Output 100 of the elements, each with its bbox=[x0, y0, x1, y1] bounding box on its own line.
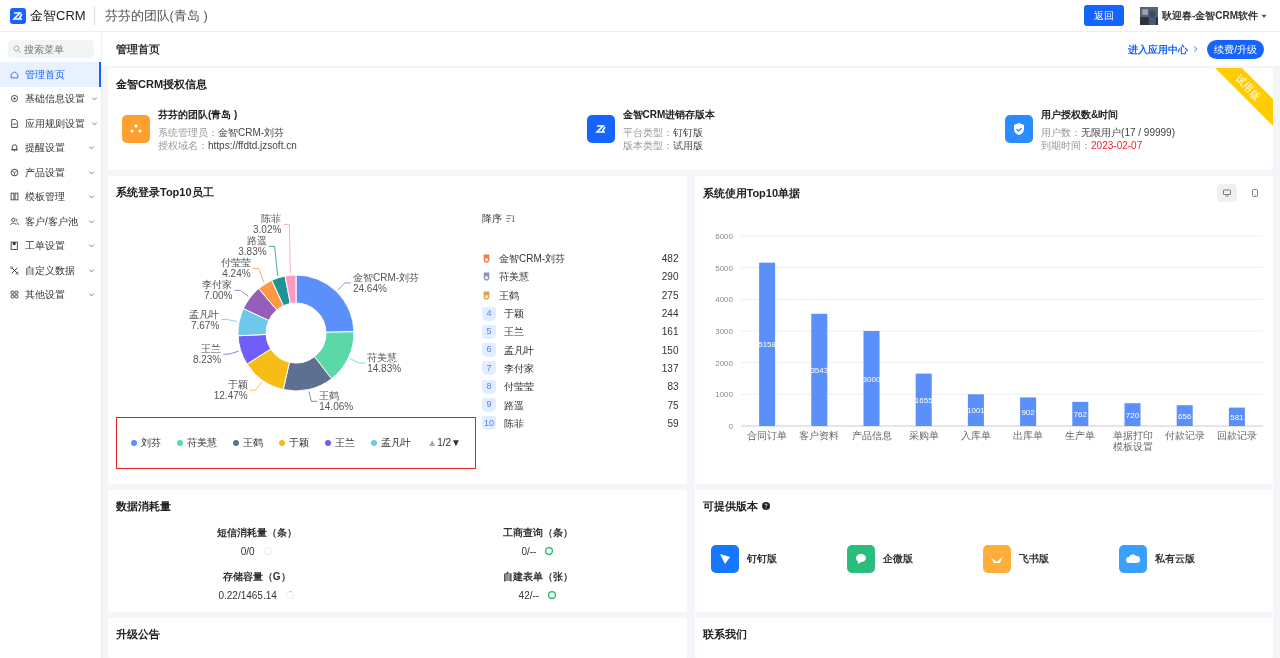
brand-name: 金智CRM bbox=[30, 6, 86, 25]
slice-label: 陈菲 3.02% bbox=[253, 212, 282, 235]
clipboard-icon bbox=[10, 241, 19, 251]
bar-value-label: 3000 bbox=[862, 374, 880, 384]
bar-value-label: 656 bbox=[1177, 411, 1191, 421]
leader-line bbox=[308, 390, 318, 402]
employee-name: 路遥 bbox=[504, 398, 524, 413]
chevron-down-icon bbox=[91, 95, 98, 103]
rank-badge: 4 bbox=[482, 306, 496, 321]
field-value: 2023-02-07 bbox=[1091, 138, 1143, 152]
field-label: 授权域名： bbox=[158, 138, 208, 152]
version-name[interactable]: 私有云版 bbox=[1154, 551, 1195, 566]
legend-label[interactable]: 于颖 bbox=[289, 435, 310, 450]
sidebar-item[interactable]: 产品设置 bbox=[0, 160, 101, 185]
slice-label: 王兰 8.23% bbox=[192, 342, 222, 365]
slice-label: 金智CRM-刘芬 24.64% bbox=[352, 271, 420, 294]
rank-badge: 7 bbox=[482, 361, 496, 376]
sidebar-item[interactable]: 客户/客户池 bbox=[0, 209, 101, 234]
version-name[interactable]: 钉钉版 bbox=[746, 551, 777, 566]
login-count: 83 bbox=[667, 380, 679, 395]
panel-title: 数据消耗量 bbox=[116, 499, 172, 514]
slice-label: 于颖 12.47% bbox=[213, 378, 248, 401]
login-count: 59 bbox=[667, 416, 679, 431]
panel-title: 可提供版本 bbox=[702, 499, 758, 514]
sidebar-item[interactable]: 基础信息设置 bbox=[0, 86, 101, 111]
monitor-icon[interactable] bbox=[1223, 188, 1231, 198]
version-name[interactable]: 企微版 bbox=[882, 551, 913, 566]
axis-category-label: 生产单 bbox=[1064, 430, 1095, 441]
search-field[interactable]: 搜索菜单 bbox=[8, 40, 94, 58]
sidebar-item[interactable]: 模板管理 bbox=[0, 184, 101, 209]
progress-ring bbox=[284, 590, 295, 600]
field-label: 到期时间： bbox=[1041, 138, 1092, 152]
metric-label: 存储容量（G） bbox=[222, 569, 291, 584]
chevron-down-icon bbox=[88, 242, 95, 250]
chevron-down-icon bbox=[88, 168, 95, 176]
app-center-link[interactable]: 进入应用中心 bbox=[1128, 41, 1200, 57]
axis-tick-label: 3000 bbox=[714, 327, 733, 336]
leader-line bbox=[268, 245, 279, 276]
sort-label[interactable]: 降序 bbox=[482, 210, 502, 226]
axis-tick-label: 1000 bbox=[714, 390, 733, 400]
sort-icon[interactable] bbox=[506, 213, 515, 223]
metric-value: 42/-- bbox=[518, 588, 540, 603]
employee-name: 王鹤 bbox=[499, 288, 519, 303]
axis-category-label: 客户资料 bbox=[798, 430, 839, 441]
bar-value-label: 902 bbox=[1020, 407, 1035, 417]
sidebar-item[interactable]: 管理首页 bbox=[0, 62, 101, 87]
desktop-view-button[interactable] bbox=[1217, 184, 1237, 202]
sidebar-item[interactable]: 提醒设置 bbox=[0, 135, 101, 160]
legend-label[interactable]: 苻美慧 bbox=[187, 435, 218, 450]
donut-slice bbox=[237, 333, 272, 365]
leader-line bbox=[234, 289, 249, 297]
panel-title: 升级公告 bbox=[116, 627, 161, 642]
legend-label[interactable]: 王鹤 bbox=[243, 435, 264, 450]
employee-name: 付莹莹 bbox=[504, 380, 534, 395]
axis-category-label: 单据打印模板设置 bbox=[1112, 430, 1152, 452]
field-label: 版本类型： bbox=[622, 138, 673, 152]
renew-button[interactable]: 续费/升级 bbox=[1207, 39, 1264, 59]
sidebar-item[interactable]: 工单设置 bbox=[0, 233, 101, 258]
rank-badge: 8 bbox=[482, 379, 496, 394]
axis-category-label: 回款记录 bbox=[1216, 430, 1257, 441]
login-count: 137 bbox=[661, 361, 679, 376]
rank-badge: 5 bbox=[482, 324, 496, 339]
logo-icon bbox=[10, 7, 26, 24]
legend-label[interactable]: 孟凡叶 bbox=[381, 435, 412, 450]
donut-slice bbox=[246, 348, 290, 390]
sidebar-item[interactable]: 应用规则设置 bbox=[0, 111, 101, 136]
next-page-button[interactable]: ▼ bbox=[451, 435, 461, 450]
axis-tick-label: 6000 bbox=[714, 232, 733, 241]
gear-icon bbox=[10, 94, 19, 104]
phone-icon[interactable] bbox=[1251, 188, 1259, 198]
legend-label[interactable]: 刘芬 bbox=[141, 435, 161, 450]
version-name[interactable]: 飞书版 bbox=[1018, 551, 1049, 566]
chevron-down-icon bbox=[88, 144, 95, 152]
employee-name: 陈菲 bbox=[504, 416, 524, 431]
panel-title: 系统登录Top10员工 bbox=[116, 185, 215, 200]
back-button[interactable]: 返回 bbox=[1083, 5, 1124, 26]
axis-category-label: 入库单 bbox=[960, 430, 991, 441]
sidebar-item[interactable]: 其他设置 bbox=[0, 282, 101, 307]
sidebar-item[interactable]: 自定义数据 bbox=[0, 258, 101, 283]
chevron-down-icon bbox=[91, 119, 98, 127]
user-name[interactable]: 耿迎春-金智CRM软件 bbox=[1161, 8, 1258, 23]
chevron-down-icon bbox=[88, 193, 95, 201]
metric-value: 0/-- bbox=[521, 544, 537, 559]
login-count: 161 bbox=[661, 325, 679, 340]
slice-label: 苻美慧 14.83% bbox=[367, 351, 402, 374]
leader-line bbox=[222, 350, 240, 354]
legend-label[interactable]: 王兰 bbox=[335, 435, 356, 450]
field-value: 无限用户(17 / 99999) bbox=[1081, 125, 1175, 139]
employee-name: 王兰 bbox=[504, 325, 524, 340]
leader-line bbox=[349, 357, 366, 363]
bar-value-label: 720 bbox=[1125, 410, 1139, 420]
page-title: 管理首页 bbox=[116, 41, 160, 57]
bar bbox=[1071, 401, 1088, 426]
slice-label: 王鹤 14.06% bbox=[319, 389, 354, 412]
bar bbox=[1124, 403, 1140, 426]
progress-ring bbox=[547, 590, 558, 600]
panel-title: 联系我们 bbox=[702, 627, 748, 642]
leader-line bbox=[220, 318, 238, 322]
slice-label: 李付家 7.00% bbox=[202, 278, 233, 301]
columns-icon bbox=[10, 192, 19, 202]
